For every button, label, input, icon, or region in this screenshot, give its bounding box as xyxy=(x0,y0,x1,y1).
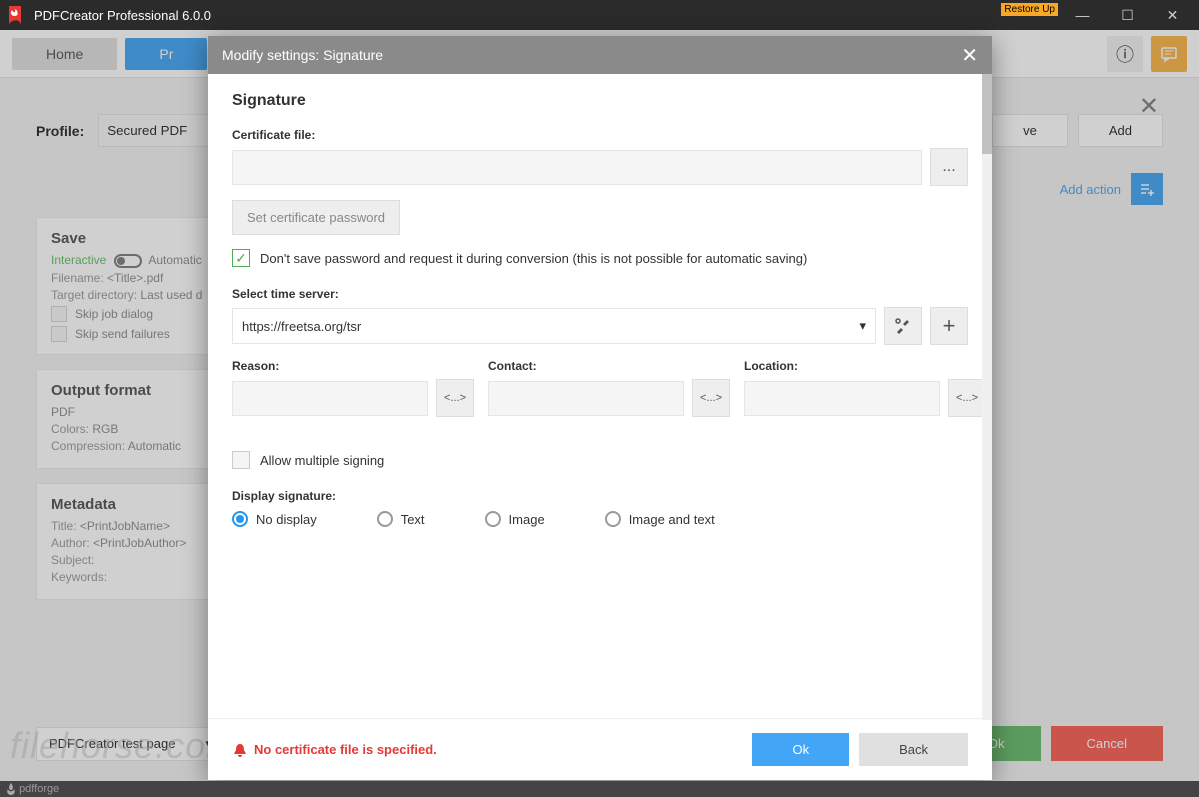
radio-no-display[interactable]: No display xyxy=(232,511,317,527)
titlebar: PDFCreator Professional 6.0.0 Restore Up… xyxy=(0,0,1199,30)
browse-button[interactable]: ... xyxy=(930,148,968,186)
contact-input[interactable] xyxy=(488,381,684,416)
allow-multi-checkbox[interactable]: ✓ xyxy=(232,451,250,469)
timeserver-add-icon[interactable]: + xyxy=(930,307,968,345)
page-close-icon[interactable]: ✕ xyxy=(1139,92,1159,121)
modal-title: Modify settings: Signature xyxy=(222,47,383,63)
contact-token-button[interactable]: <...> xyxy=(692,379,730,417)
timeserver-settings-icon[interactable] xyxy=(884,307,922,345)
close-button[interactable]: ✕ xyxy=(1150,0,1195,30)
flame-icon xyxy=(6,783,16,795)
modal-scrollbar[interactable] xyxy=(982,74,992,720)
timeserver-label: Select time server: xyxy=(232,287,968,301)
contact-label: Contact: xyxy=(488,359,730,373)
add-action-link[interactable]: Add action xyxy=(1060,182,1121,197)
cert-file-input[interactable] xyxy=(232,150,922,185)
display-sig-label: Display signature: xyxy=(232,489,968,503)
modal-close-icon[interactable]: ✕ xyxy=(961,43,978,68)
dont-save-label: Don't save password and request it durin… xyxy=(260,251,807,266)
modal-header: Modify settings: Signature ✕ xyxy=(208,36,992,74)
window-title: PDFCreator Professional 6.0.0 xyxy=(34,8,1001,23)
radio-text[interactable]: Text xyxy=(377,511,425,527)
add-action-icon[interactable] xyxy=(1131,173,1163,205)
info-icon[interactable]: ⓘ xyxy=(1107,36,1143,72)
chevron-down-icon: ▾ xyxy=(859,318,866,334)
location-label: Location: xyxy=(744,359,986,373)
chat-icon[interactable] xyxy=(1151,36,1187,72)
restore-badge: Restore Up xyxy=(1001,3,1058,16)
tab-profiles[interactable]: Pr xyxy=(125,38,207,70)
reason-label: Reason: xyxy=(232,359,474,373)
watermark: filehorse.com xyxy=(10,725,237,767)
minimize-button[interactable]: — xyxy=(1060,0,1105,30)
radio-image[interactable]: Image xyxy=(485,511,545,527)
app-logo-icon xyxy=(4,4,26,26)
radio-image-text[interactable]: Image and text xyxy=(605,511,715,527)
section-title: Signature xyxy=(232,92,968,110)
remove-button[interactable]: ve xyxy=(992,114,1068,147)
maximize-button[interactable]: ☐ xyxy=(1105,0,1150,30)
signature-modal: Modify settings: Signature ✕ Signature C… xyxy=(208,36,992,780)
reason-input[interactable] xyxy=(232,381,428,416)
location-token-button[interactable]: <...> xyxy=(948,379,986,417)
error-message: No certificate file is specified. xyxy=(232,742,437,758)
interactive-toggle[interactable] xyxy=(114,254,142,268)
skip-send-checkbox[interactable] xyxy=(51,326,67,342)
allow-multi-label: Allow multiple signing xyxy=(260,453,384,468)
skip-job-checkbox[interactable] xyxy=(51,306,67,322)
timeserver-select[interactable]: https://freetsa.org/tsr ▾ xyxy=(232,308,876,344)
modal-ok-button[interactable]: Ok xyxy=(752,733,849,766)
status-bar: pdfforge xyxy=(0,781,1199,797)
cert-file-label: Certificate file: xyxy=(232,128,968,142)
profile-label: Profile: xyxy=(36,123,84,139)
dont-save-checkbox[interactable]: ✓ xyxy=(232,249,250,267)
bell-icon xyxy=(232,742,248,758)
page-cancel-button[interactable]: Cancel xyxy=(1051,726,1163,761)
set-password-button[interactable]: Set certificate password xyxy=(232,200,400,235)
reason-token-button[interactable]: <...> xyxy=(436,379,474,417)
location-input[interactable] xyxy=(744,381,940,416)
modal-back-button[interactable]: Back xyxy=(859,733,968,766)
tab-home[interactable]: Home xyxy=(12,38,117,70)
